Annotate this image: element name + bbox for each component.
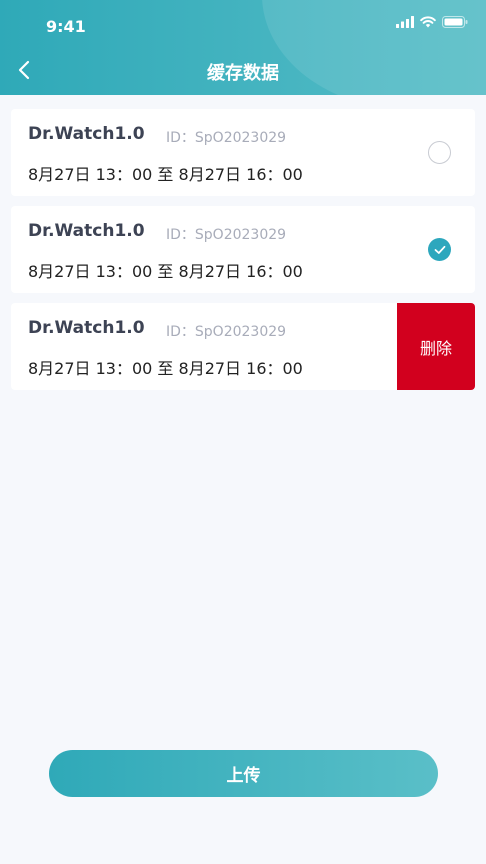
device-id: ID：SpO2023029 [166,227,287,243]
select-radio-checked[interactable] [428,238,451,261]
page-title: 缓存数据 [207,63,279,84]
device-id: ID：SpO2023029 [166,324,287,340]
status-icons [396,16,468,28]
battery-icon [442,16,468,28]
upload-button[interactable]: 上传 [49,750,438,797]
time-range: 8月27日 13：00 至 8月27日 16：00 [28,165,303,184]
delete-button[interactable]: 删除 [397,303,475,390]
device-name: Dr.Watch1.0 [28,318,145,338]
app-header: 9:41 缓存数据 [0,0,486,95]
device-name: Dr.Watch1.0 [28,124,145,144]
time-range: 8月27日 13：00 至 8月27日 16：00 [28,359,303,378]
device-name: Dr.Watch1.0 [28,221,145,241]
record-card-swiped[interactable]: Dr.Watch1.0 ID：SpO2023029 8月27日 13：00 至 … [11,303,475,390]
time-range: 8月27日 13：00 至 8月27日 16：00 [28,262,303,281]
record-card[interactable]: Dr.Watch1.0 ID：SpO2023029 8月27日 13：00 至 … [11,206,475,293]
status-bar: 9:41 [0,0,486,50]
status-time: 9:41 [46,17,86,36]
wifi-icon [420,16,436,28]
signal-icon [396,16,414,28]
checkmark-icon [434,245,445,254]
select-radio[interactable] [428,141,451,164]
record-card[interactable]: Dr.Watch1.0 ID：SpO2023029 8月27日 13：00 至 … [11,109,475,196]
nav-bar: 缓存数据 [0,50,486,95]
device-id: ID：SpO2023029 [166,130,287,146]
